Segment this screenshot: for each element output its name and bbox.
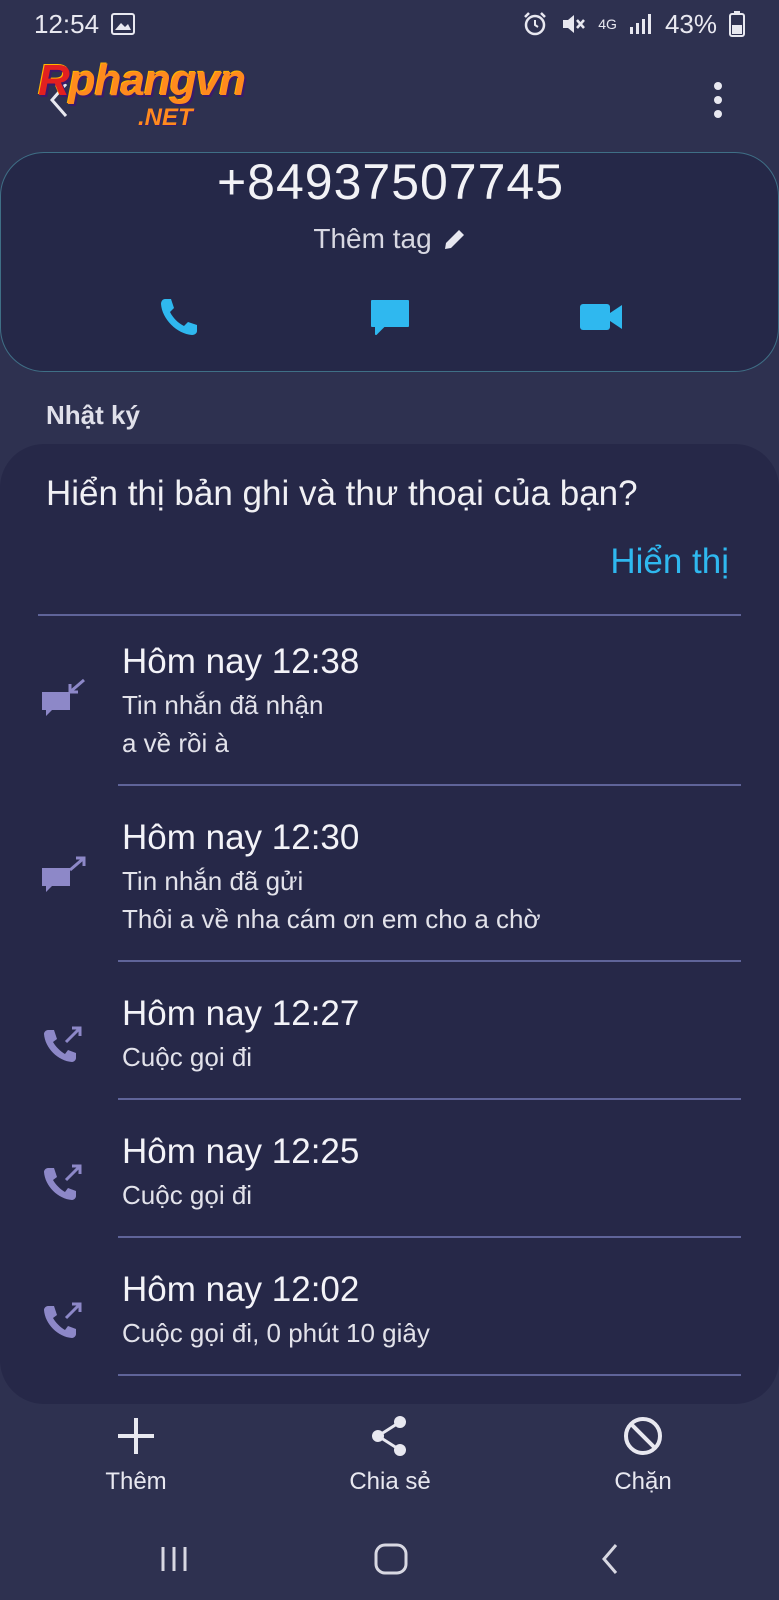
phone-icon: [161, 299, 197, 335]
home-button[interactable]: [366, 1534, 416, 1584]
add-label: Thêm: [105, 1468, 167, 1495]
status-right: 4G 43%: [522, 9, 745, 40]
log-entry[interactable]: Hôm nay 12:38 Tin nhắn đã nhận a về rồi …: [0, 626, 779, 802]
message-received-icon: [40, 676, 88, 724]
phone-number: +84937507745: [216, 154, 565, 210]
log-entry[interactable]: Hôm nay 12:27 Cuộc gọi đi: [0, 978, 779, 1116]
contact-card: +84937507745 Thêm tag: [0, 152, 779, 372]
add-button[interactable]: Thêm: [56, 1410, 216, 1496]
contact-actions: [1, 287, 779, 347]
add-tag-button[interactable]: Thêm tag: [1, 223, 779, 255]
log-entry[interactable]: Hôm nay 12:02 Cuộc gọi đi, 0 phút 10 giâ…: [0, 1254, 779, 1394]
pencil-icon: [444, 230, 464, 249]
log-time: Hôm nay 12:38: [122, 642, 360, 681]
log-time: Hôm nay 12:25: [122, 1132, 360, 1171]
log-type: Cuộc gọi đi, 0 phút 10 giây: [122, 1318, 430, 1348]
divider: [118, 960, 741, 962]
log-type: Tin nhắn đã gửi: [122, 866, 304, 896]
log-message: a về rồi à: [122, 728, 229, 758]
outgoing-call-icon: [40, 1160, 88, 1208]
message-sent-icon: [40, 852, 88, 900]
log-section-title: Nhật ký: [46, 400, 140, 430]
logo-main: Rphangvn: [38, 56, 246, 105]
battery-percent: 43%: [664, 8, 717, 39]
bottom-action-bar: Thêm Chia sẻ Chặn: [0, 1410, 779, 1510]
back-button[interactable]: [585, 1534, 635, 1584]
system-nav-bar: [0, 1520, 779, 1600]
video-call-button[interactable]: [571, 287, 631, 347]
log-time: Hôm nay 12:02: [122, 1270, 360, 1309]
home-icon: [374, 1543, 408, 1575]
log-message: Thôi a về nha cám ơn em cho a chờ: [122, 904, 541, 934]
message-icon: [371, 300, 409, 335]
log-panel: Hiển thị bản ghi và thư thoại của bạn? H…: [0, 444, 779, 1404]
status-bar: 12:54 4G 43%: [0, 0, 779, 48]
log-entry[interactable]: Hôm nay 12:30 Tin nhắn đã gửi Thôi a về …: [0, 802, 779, 978]
log-entry[interactable]: Hôm nay 12:25 Cuộc gọi đi: [0, 1116, 779, 1254]
divider: [38, 614, 741, 616]
block-label: Chặn: [614, 1468, 672, 1495]
divider: [118, 1374, 741, 1376]
status-left: 12:54: [34, 8, 136, 40]
back-arrow-icon: [602, 1544, 618, 1574]
share-button[interactable]: Chia sẻ: [310, 1410, 470, 1496]
outgoing-call-icon: [40, 1022, 88, 1070]
gallery-icon: [111, 13, 136, 35]
message-button[interactable]: [360, 287, 420, 347]
outgoing-call-icon: [40, 1298, 88, 1346]
log-time: Hôm nay 12:30: [122, 818, 360, 857]
share-label: Chia sẻ: [349, 1468, 431, 1495]
block-icon: [624, 1417, 662, 1455]
divider: [118, 1098, 741, 1100]
log-type: Cuộc gọi đi: [122, 1042, 253, 1072]
log-time: Hôm nay 12:27: [122, 994, 360, 1033]
status-time: 12:54: [34, 8, 100, 39]
battery-icon: [729, 11, 745, 37]
network-4g-icon: 4G: [598, 16, 617, 32]
more-options-icon[interactable]: [704, 78, 732, 122]
mute-icon: [563, 15, 586, 33]
video-camera-icon: [580, 304, 622, 330]
call-button[interactable]: [149, 287, 209, 347]
logo-suffix: .NET: [138, 104, 193, 131]
plus-icon: [118, 1418, 154, 1454]
show-records-link[interactable]: Hiển thị: [610, 542, 729, 582]
share-icon: [372, 1416, 406, 1456]
app-bar: Rphangvn .NET: [0, 52, 779, 148]
voicemail-prompt: Hiển thị bản ghi và thư thoại của bạn?: [46, 474, 638, 513]
alarm-icon: [524, 12, 547, 36]
divider: [118, 784, 741, 786]
recent-apps-button[interactable]: [149, 1534, 199, 1584]
log-type: Tin nhắn đã nhận: [122, 690, 324, 720]
recent-apps-icon: [161, 1547, 187, 1571]
add-tag-label: Thêm tag: [313, 223, 432, 254]
watermark-logo: Rphangvn .NET: [38, 56, 278, 136]
signal-icon: [629, 14, 651, 34]
divider: [118, 1236, 741, 1238]
block-button[interactable]: Chặn: [563, 1410, 723, 1496]
log-type: Cuộc gọi đi: [122, 1180, 253, 1210]
